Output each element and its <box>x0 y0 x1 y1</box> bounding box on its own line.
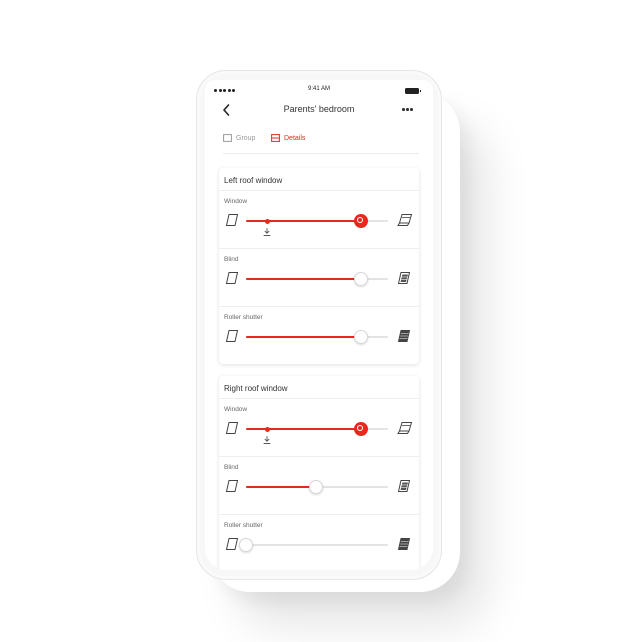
slider-thumb[interactable] <box>354 272 369 286</box>
tab-details[interactable]: Details <box>271 134 305 142</box>
control-label: Blind <box>224 256 239 263</box>
control-row-roller-shutter: Roller shutter <box>219 306 419 364</box>
control-row-blind: Blind <box>219 456 419 514</box>
tab-group[interactable]: Group <box>223 134 255 142</box>
control-label: Blind <box>224 464 239 471</box>
more-options-icon[interactable] <box>402 108 413 111</box>
slider-thumb[interactable] <box>239 538 253 552</box>
view-tabs: Group Details <box>223 132 419 154</box>
slider-thumb[interactable] <box>354 330 369 344</box>
status-time: 9:41 AM <box>307 86 330 92</box>
group-icon <box>223 134 232 142</box>
control-label: Window <box>224 406 248 413</box>
shutter-open-icon[interactable] <box>224 329 240 343</box>
card-title: Left roof window <box>224 176 283 185</box>
control-row-window: Window <box>219 398 419 456</box>
blind-closed-icon[interactable] <box>396 271 412 285</box>
window-slider[interactable] <box>246 214 388 236</box>
blind-closed-icon[interactable] <box>396 479 412 493</box>
control-row-roller-shutter: Roller shutter <box>219 514 419 570</box>
blind-open-icon[interactable] <box>224 271 240 285</box>
roller-shutter-slider[interactable] <box>239 538 388 552</box>
tab-group-label: Group <box>236 134 256 142</box>
slider-thumb[interactable] <box>308 480 323 494</box>
slider-thumb[interactable] <box>354 422 369 436</box>
blind-open-icon[interactable] <box>224 479 240 493</box>
preset-download-icon <box>263 436 271 444</box>
window-open-icon[interactable] <box>396 421 414 435</box>
shutter-closed-icon[interactable] <box>396 537 412 551</box>
window-slider[interactable] <box>246 422 388 444</box>
page-title: Parents' bedroom <box>283 104 355 114</box>
details-icon <box>271 134 280 142</box>
control-label: Window <box>224 198 248 205</box>
shutter-closed-icon[interactable] <box>396 329 412 343</box>
control-row-window: Window <box>219 190 419 248</box>
battery-icon <box>405 88 421 94</box>
window-closed-icon[interactable] <box>224 421 240 435</box>
status-bar: 9:41 AM <box>205 80 433 100</box>
window-open-icon[interactable] <box>396 213 414 227</box>
control-label: Roller shutter <box>224 522 263 529</box>
slider-thumb[interactable] <box>354 214 369 228</box>
app-screen: 9:41 AM Parents' bedroom Group Details L… <box>205 80 433 570</box>
control-label: Roller shutter <box>224 314 263 321</box>
preset-position-dot[interactable] <box>264 218 270 224</box>
roller-shutter-slider[interactable] <box>246 330 388 344</box>
card-title: Right roof window <box>224 384 288 393</box>
preset-position-dot[interactable] <box>264 426 270 432</box>
nav-bar: Parents' bedroom <box>205 100 433 124</box>
window-closed-icon[interactable] <box>224 213 240 227</box>
control-row-blind: Blind <box>219 248 419 306</box>
window-card-right: Right roof window Window Blind Roller sh… <box>219 376 419 570</box>
shutter-open-icon[interactable] <box>224 537 240 551</box>
blind-slider[interactable] <box>246 480 388 494</box>
tab-details-label: Details <box>284 134 306 142</box>
window-card-left: Left roof window Window Blind Roller shu… <box>219 168 419 364</box>
blind-slider[interactable] <box>246 272 388 286</box>
preset-download-icon <box>263 228 271 236</box>
